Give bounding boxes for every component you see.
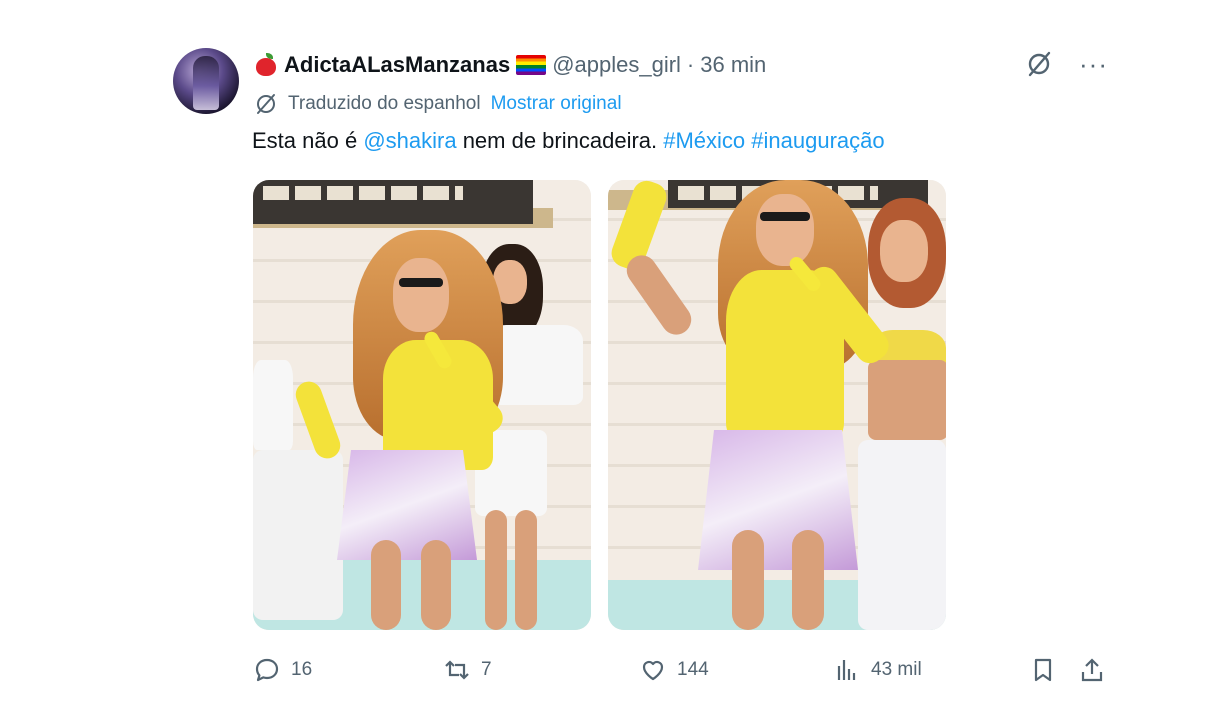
show-original-link[interactable]: Mostrar original — [491, 93, 622, 115]
singer-leg — [792, 530, 824, 630]
action-bar: 16 7 144 43 mil — [253, 652, 1108, 688]
like-count: 144 — [677, 659, 709, 680]
photo-2[interactable] — [608, 180, 946, 630]
share-icon — [1078, 656, 1106, 684]
timestamp[interactable]: 36 min — [700, 52, 766, 78]
translate-icon — [254, 92, 278, 116]
dancer-leg — [515, 510, 537, 630]
stage-banner — [253, 180, 533, 224]
repost-button[interactable]: 7 — [443, 652, 492, 688]
avatar-figure — [193, 56, 219, 110]
display-name[interactable]: AdictaALasManzanas — [284, 52, 510, 78]
views-count: 43 mil — [871, 659, 922, 680]
separator-dot: · — [686, 52, 695, 77]
more-icon[interactable]: ··· — [1079, 51, 1108, 77]
translated-label: Traduzido do espanhol — [288, 93, 481, 114]
hashtag-link[interactable]: #inauguração — [751, 128, 884, 153]
dancer-face — [880, 220, 928, 282]
avatar[interactable] — [173, 48, 239, 114]
views-icon — [833, 656, 861, 684]
grok-icon[interactable] — [1025, 50, 1053, 78]
singer-skirt — [337, 450, 477, 560]
singer-face — [756, 194, 814, 266]
apple-emoji-icon — [254, 53, 278, 77]
singer-leg — [732, 530, 764, 630]
user-handle[interactable]: @apples_girl — [552, 52, 681, 78]
top-actions: ··· — [1025, 50, 1108, 78]
like-icon — [639, 656, 667, 684]
singer-glasses — [399, 278, 443, 287]
singer-leg — [371, 540, 401, 630]
views-button[interactable]: 43 mil — [833, 652, 922, 688]
hashtag-link[interactable]: #México — [663, 128, 745, 153]
singer-face — [393, 258, 449, 332]
singer-leg — [421, 540, 451, 630]
edge-dancer-skirt — [253, 450, 343, 620]
reply-count: 16 — [291, 659, 313, 680]
mention-link[interactable]: @shakira — [363, 128, 456, 153]
share-button[interactable] — [1078, 652, 1106, 688]
bookmark-button[interactable] — [1029, 652, 1057, 688]
singer-glasses — [760, 212, 810, 221]
edge-dancer — [253, 360, 293, 450]
tweet-text-part: nem de brincadeira. — [456, 128, 664, 153]
repost-count: 7 — [481, 659, 492, 680]
tweet-text-part: Esta não é — [252, 128, 364, 153]
reply-button[interactable]: 16 — [253, 652, 312, 688]
media-grid — [253, 180, 946, 630]
dancer-leg — [485, 510, 507, 630]
dancer-torso — [868, 360, 946, 440]
bookmark-icon — [1029, 656, 1057, 684]
translation-row: Traduzido do espanhol Mostrar original — [254, 90, 622, 118]
dancer-pants — [858, 440, 946, 630]
repost-icon — [443, 656, 471, 684]
like-button[interactable]: 144 — [639, 652, 709, 688]
reply-icon — [253, 656, 281, 684]
singer-skirt — [698, 430, 858, 570]
tweet-header: AdictaALasManzanas @apples_girl · 36 min — [254, 48, 766, 82]
rainbow-flag-icon — [516, 55, 547, 75]
tweet-text: Esta não é @shakira nem de brincadeira. … — [252, 127, 885, 155]
photo-1[interactable] — [253, 180, 591, 630]
